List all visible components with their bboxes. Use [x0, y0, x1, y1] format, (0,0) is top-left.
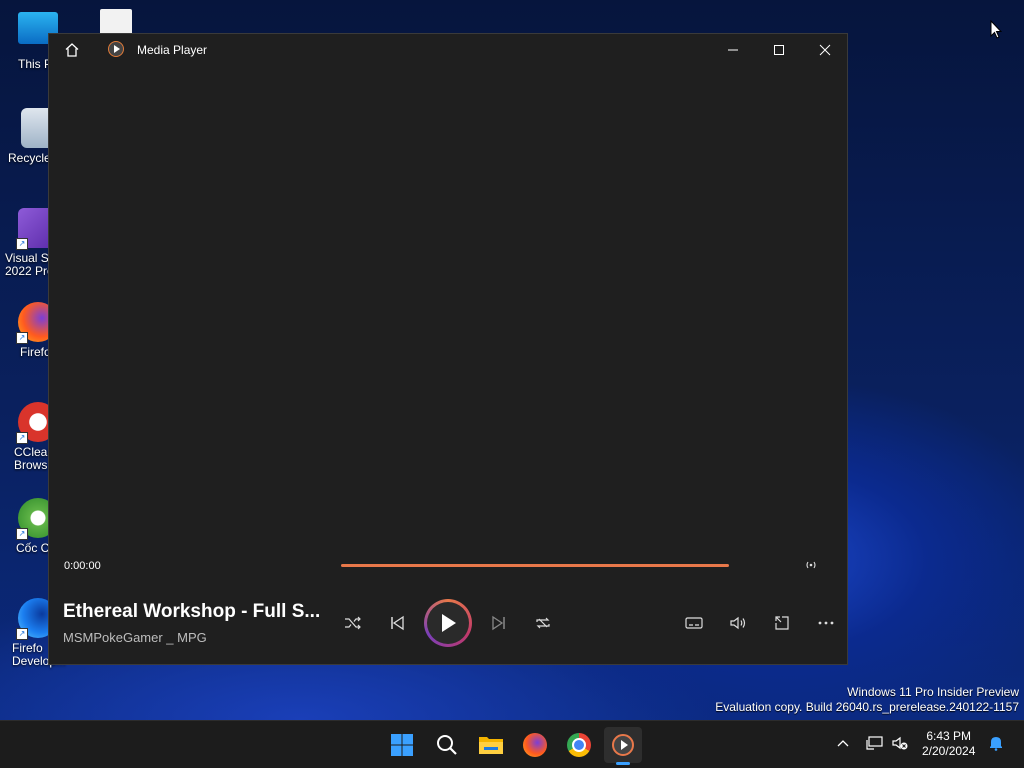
subtitles-button[interactable]	[678, 607, 710, 639]
media-player-window: Media Player 0:00:00 Ethereal Workshop -…	[48, 33, 848, 665]
watermark-line2: Evaluation copy. Build 26040.rs_prerelea…	[715, 700, 1019, 714]
shortcut-arrow-icon: ↗	[16, 628, 28, 640]
os-watermark: Windows 11 Pro Insider Preview Evaluatio…	[715, 685, 1019, 715]
start-button[interactable]	[383, 727, 421, 763]
repeat-button[interactable]	[527, 607, 559, 639]
watermark-line1: Windows 11 Pro Insider Preview	[847, 685, 1019, 699]
miniplayer-button[interactable]	[766, 607, 798, 639]
taskbar-clock[interactable]: 6:43 PM 2/20/2024	[922, 729, 975, 759]
track-title: Ethereal Workshop - Full S...	[63, 601, 321, 622]
search-icon	[437, 735, 457, 755]
show-hidden-icons-button[interactable]	[836, 735, 854, 753]
firefox-taskbar-button[interactable]	[516, 727, 554, 763]
network-button[interactable]	[866, 735, 886, 753]
active-indicator	[616, 762, 630, 765]
window-title: Media Player	[137, 43, 208, 57]
maximize-icon	[774, 45, 784, 55]
next-icon	[492, 615, 505, 631]
network-icon	[866, 736, 883, 750]
next-button[interactable]	[483, 607, 515, 639]
play-icon	[442, 614, 456, 632]
close-button[interactable]	[802, 34, 848, 66]
shortcut-arrow-icon: ↗	[16, 332, 28, 344]
volume-muted-icon	[892, 736, 908, 750]
repeat-icon	[536, 617, 550, 629]
shuffle-icon	[345, 616, 361, 630]
previous-icon	[391, 615, 404, 631]
track-artist: MSMPokeGamer _ MPG	[63, 630, 207, 645]
shortcut-arrow-icon: ↗	[16, 528, 28, 540]
current-time: 0:00:00	[64, 560, 101, 572]
chrome-taskbar-button[interactable]	[560, 727, 598, 763]
subtitles-icon	[685, 617, 703, 629]
minimize-icon	[728, 49, 738, 51]
more-options-button[interactable]	[810, 607, 842, 639]
media-player-app-icon	[108, 41, 124, 57]
seek-bar[interactable]	[341, 564, 729, 567]
cast-icon	[806, 561, 816, 569]
close-icon	[819, 44, 831, 56]
firefox-icon	[523, 733, 547, 757]
minimize-button[interactable]	[710, 34, 756, 66]
taskbar: 6:43 PM 2/20/2024	[0, 720, 1024, 768]
notifications-button[interactable]	[988, 735, 1006, 753]
media-player-icon	[612, 734, 634, 756]
shortcut-arrow-icon: ↗	[16, 432, 28, 444]
home-icon	[65, 43, 79, 57]
video-area[interactable]	[49, 66, 847, 546]
more-icon	[818, 621, 834, 625]
start-icon	[391, 734, 413, 756]
volume-icon	[730, 616, 746, 630]
mouse-cursor-icon	[990, 20, 1002, 39]
clock-time: 6:43 PM	[926, 729, 972, 743]
clock-date: 2/20/2024	[922, 744, 976, 758]
play-button-inner	[427, 602, 469, 644]
cast-button[interactable]	[801, 556, 821, 574]
miniplayer-icon	[775, 616, 789, 630]
home-button[interactable]	[49, 34, 95, 66]
file-icon[interactable]	[100, 9, 132, 35]
shortcut-arrow-icon: ↗	[16, 238, 28, 250]
media-player-taskbar-button[interactable]	[604, 727, 642, 765]
volume-button[interactable]	[722, 607, 754, 639]
chevron-up-icon	[837, 740, 849, 747]
shuffle-button[interactable]	[337, 607, 369, 639]
volume-tray-button[interactable]	[891, 735, 911, 753]
previous-button[interactable]	[381, 607, 413, 639]
maximize-button[interactable]	[756, 34, 802, 66]
titlebar[interactable]: Media Player	[49, 34, 847, 66]
bell-icon	[990, 737, 1002, 751]
file-explorer-icon	[479, 737, 503, 754]
search-button[interactable]	[428, 727, 466, 763]
file-explorer-button[interactable]	[472, 727, 510, 763]
chrome-icon	[567, 733, 591, 757]
play-button[interactable]	[424, 599, 472, 647]
